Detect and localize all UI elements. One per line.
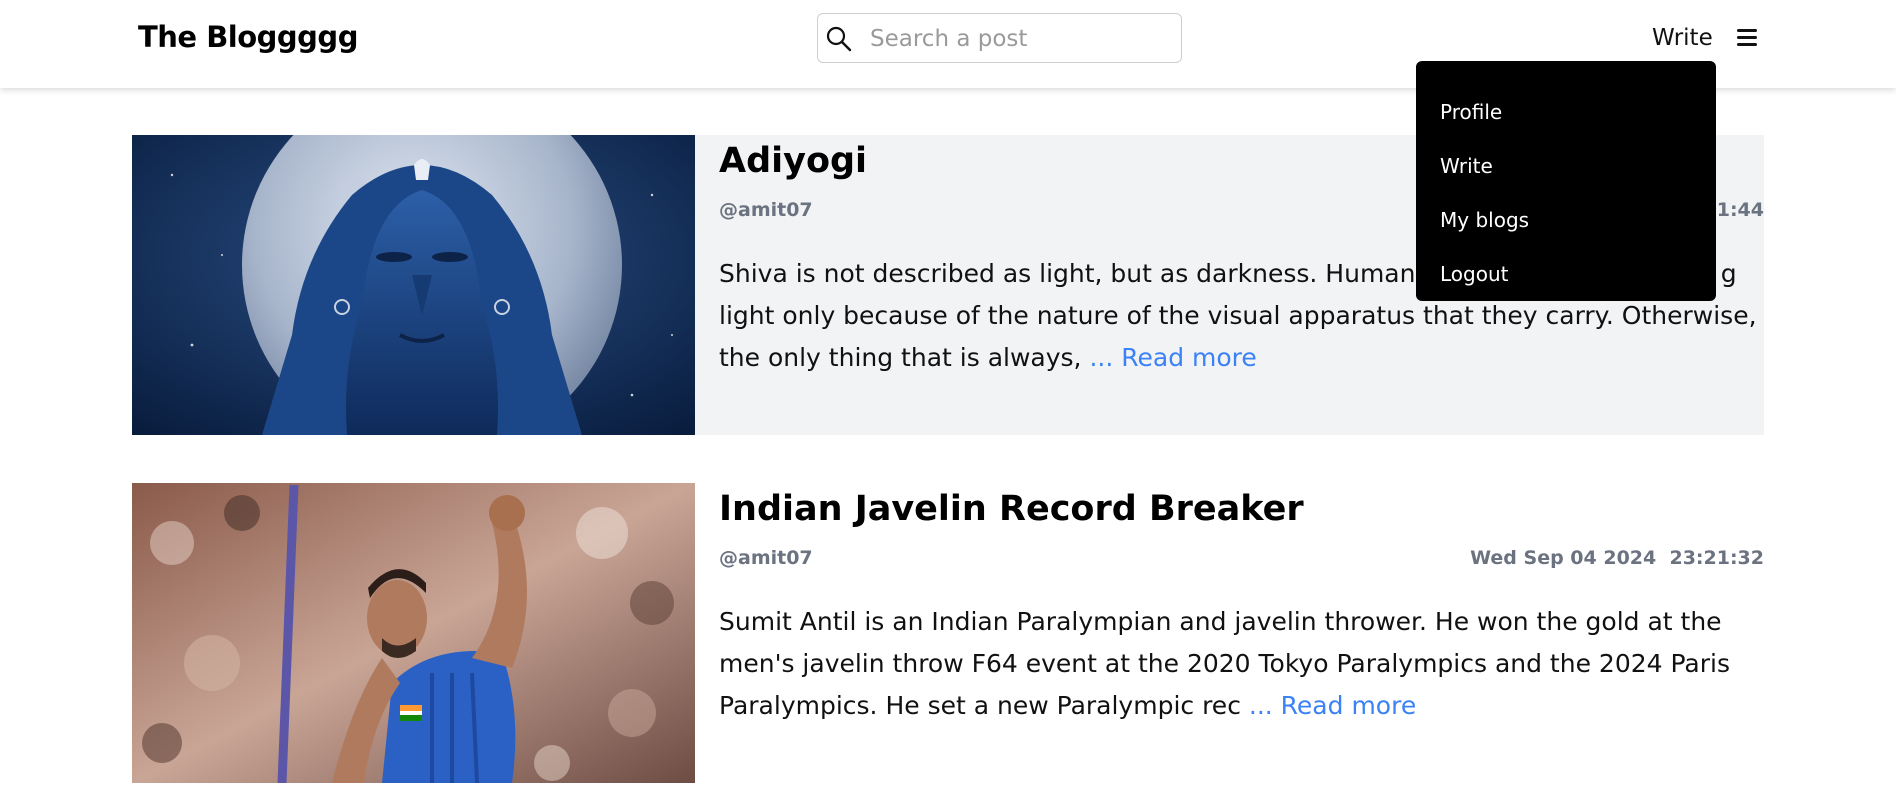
post-author[interactable]: @amit07 (719, 199, 813, 221)
read-more-link[interactable]: ... Read more (1089, 343, 1256, 372)
post-date-time: 23:21:32 (1669, 547, 1764, 569)
search-icon (826, 26, 852, 52)
shiva-statue-image[interactable] (132, 135, 695, 435)
hamburger-menu-icon[interactable] (1735, 25, 1759, 49)
search-box[interactable] (817, 13, 1182, 63)
dropdown-item-profile[interactable]: Profile (1416, 85, 1716, 139)
post-date-day: Wed Sep 04 2024 (1470, 547, 1657, 569)
excerpt-text: Shiva is not described as light, but as … (719, 259, 1471, 288)
post-image-art (132, 135, 695, 435)
search-input[interactable] (870, 22, 1170, 56)
post-date: Wed Sep 04 2024 23:21:32 (1470, 547, 1764, 569)
post-excerpt: Sumit Antil is an Indian Paralympian and… (719, 601, 1759, 727)
post-title[interactable]: Adiyogi (719, 141, 867, 181)
post-image-art (132, 483, 695, 783)
post-body: Indian Javelin Record Breaker @amit07 We… (719, 483, 1764, 783)
post-author[interactable]: @amit07 (719, 547, 813, 569)
post-card[interactable]: Indian Javelin Record Breaker @amit07 We… (132, 483, 1764, 783)
brand-logo[interactable]: The Bloggggg (138, 20, 358, 54)
user-dropdown-menu: Profile Write My blogs Logout (1416, 61, 1716, 301)
dropdown-item-my-blogs[interactable]: My blogs (1416, 193, 1716, 247)
javelin-athlete-image[interactable] (132, 483, 695, 783)
read-more-link[interactable]: ... Read more (1249, 691, 1416, 720)
dropdown-item-write[interactable]: Write (1416, 139, 1716, 193)
dropdown-item-logout[interactable]: Logout (1416, 247, 1716, 301)
post-title[interactable]: Indian Javelin Record Breaker (719, 489, 1304, 529)
excerpt-text: Sumit Antil is an Indian Paralympian and… (719, 607, 1730, 720)
write-link[interactable]: Write (1652, 25, 1713, 51)
